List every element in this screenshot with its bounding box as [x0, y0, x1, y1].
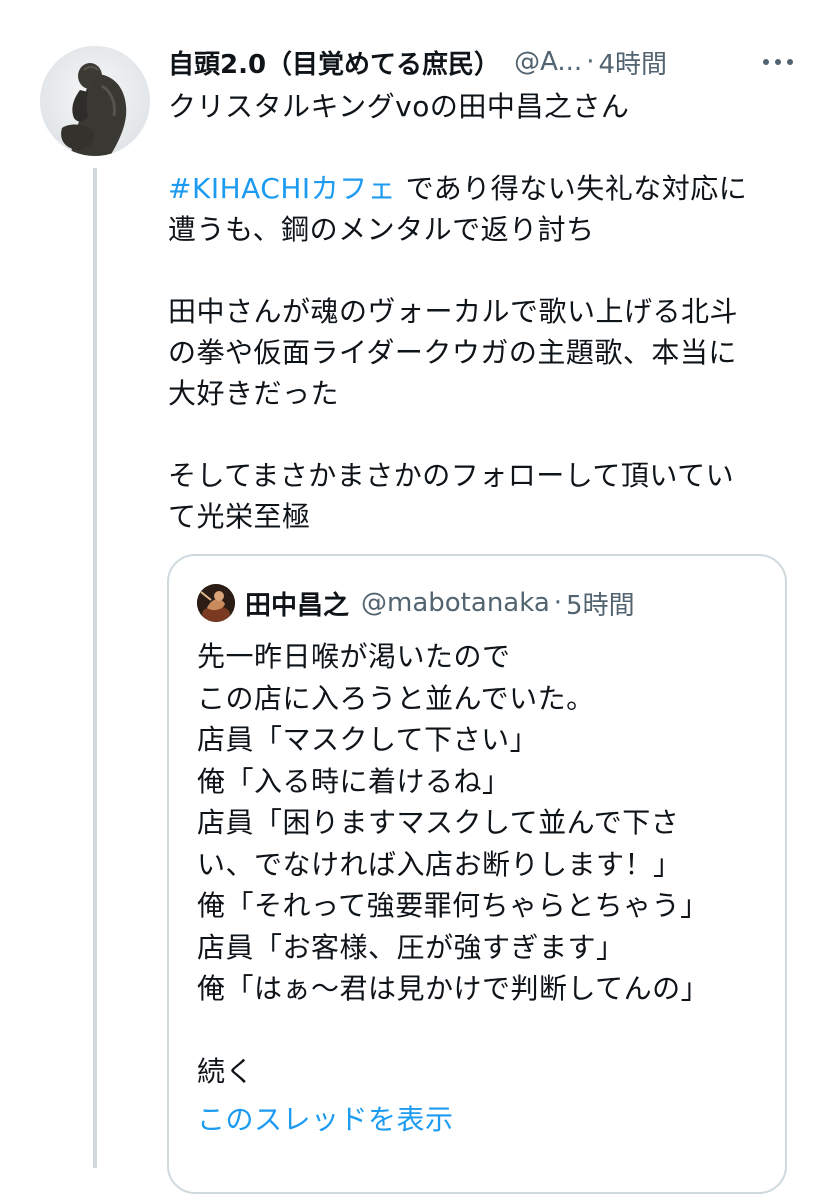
tweet-text-line: て光栄至極	[168, 500, 311, 533]
quoted-text-line: 俺「入る時に着けるね」	[197, 764, 511, 798]
hashtag-link[interactable]: #KIHACHIカフェ	[168, 172, 396, 205]
quoted-text-line: 店員「お客様、圧が強すぎます」	[197, 930, 625, 964]
quoted-text-line: 店員「困りますマスクして並んで下さ	[197, 806, 680, 839]
quoted-text-line: 続く	[197, 1055, 255, 1088]
more-horizontal-icon[interactable]	[758, 48, 798, 76]
timestamp[interactable]: 4時間	[598, 44, 667, 81]
tweet-text-line: の拳や仮面ライダークウガの主題歌、本当に	[168, 336, 737, 369]
quoted-tweet-header: 田中昌之 @mabotanaka · 5時間	[197, 583, 635, 623]
quoted-text-line: い、でなければ入店お断りします！」	[197, 847, 682, 881]
display-name[interactable]: 自頭2.0（目覚めてる庶民）	[168, 44, 500, 81]
tweet-text-line: そしてまさかまさかのフォローして頂いてい	[168, 459, 735, 492]
separator-dot: ·	[586, 47, 595, 77]
performer-photo-icon	[197, 584, 235, 622]
quoted-tweet-card[interactable]: 田中昌之 @mabotanaka · 5時間 先一昨日喉が渇いたので この店に入…	[167, 554, 787, 1194]
quoted-blank-line	[197, 1010, 777, 1052]
user-handle[interactable]: @A...	[514, 47, 582, 77]
quoted-text-line: 俺「はぁ〜君は見かけで判断してんの」	[197, 972, 710, 1005]
avatar[interactable]	[40, 46, 150, 156]
separator-dot: ·	[553, 588, 563, 618]
show-thread-link[interactable]: このスレッドを表示	[197, 1099, 777, 1141]
quoted-timestamp: 5時間	[566, 590, 635, 621]
tweet-text-line: 遭うも、鋼のメンタルで返り討ち	[168, 213, 595, 246]
tweet-text-line: 田中さんが魂のヴォーカルで歌い上げる北斗	[168, 295, 739, 328]
tweet-text: クリスタルキングvoの田中昌之さん #KIHACHIカフェ であり得ない失礼な対…	[168, 86, 798, 537]
thread-connector-line	[93, 168, 97, 1168]
quoted-text-line: この店に入ろうと並んでいた。	[197, 681, 595, 715]
thinker-statue-icon	[40, 46, 150, 156]
quoted-user-handle: @mabotanaka	[361, 588, 550, 618]
tweet-text-line-hashtag: #KIHACHIカフェ であり得ない失礼な対応に	[168, 168, 798, 209]
tweet-text-line: クリスタルキングvoの田中昌之さん	[168, 90, 630, 123]
avatar	[197, 584, 235, 622]
tweet-text-fragment: であり得ない失礼な対応に	[396, 172, 748, 205]
quoted-tweet-text: 先一昨日喉が渇いたので この店に入ろうと並んでいた。 店員「マスクして下さい」 …	[197, 636, 777, 1140]
quoted-display-name: 田中昌之	[245, 590, 350, 621]
tweet-text-line: 大好きだった	[168, 377, 340, 410]
tweet-header: 自頭2.0（目覚めてる庶民） @A... · 4時間	[168, 40, 798, 84]
quoted-text-line: 先一昨日喉が渇いたので	[197, 640, 511, 673]
quoted-text-line: 店員「マスクして下さい」	[197, 723, 539, 756]
quoted-text-line: 俺「それって強要罪何ちゃらとちゃう」	[197, 889, 709, 922]
